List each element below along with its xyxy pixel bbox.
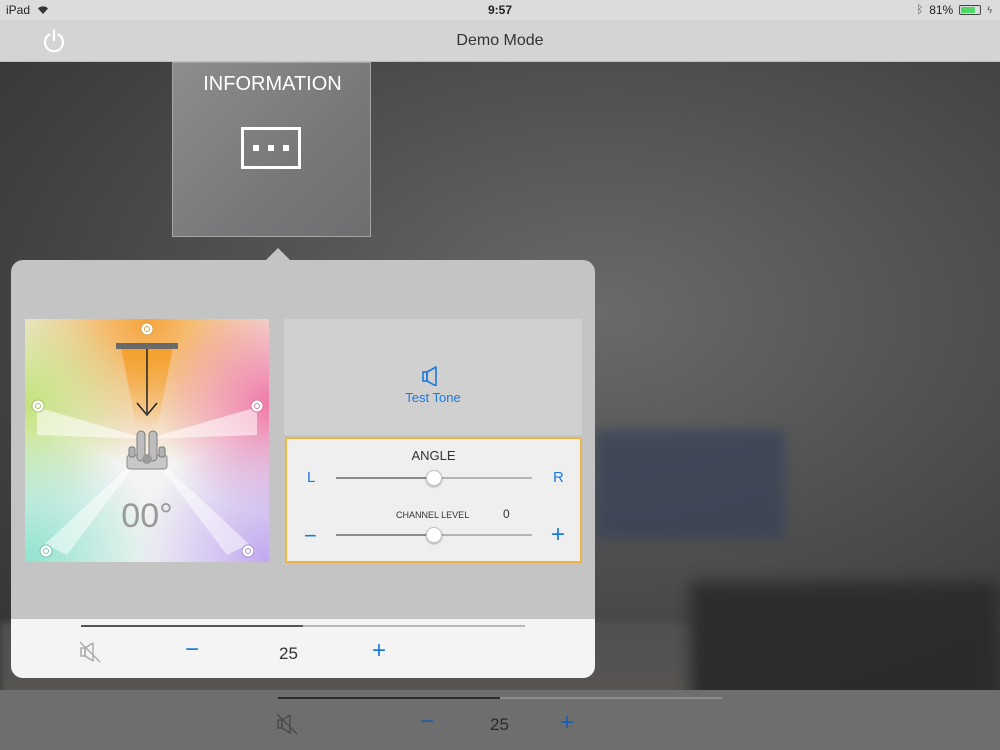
channel-level-value: 0 <box>503 507 510 521</box>
popover-volume-progress-fill <box>81 625 303 627</box>
popover-arrow <box>266 248 290 260</box>
popover-volume-value: 25 <box>279 644 298 663</box>
angle-channel-controls: ANGLE L R CHANNEL LEVEL 0 − + <box>285 437 582 563</box>
bluetooth-icon: ᛒ <box>916 4 924 16</box>
popover-volume-progress[interactable] <box>81 625 525 627</box>
soundbar-icon <box>126 430 168 470</box>
charging-icon: ϟ <box>987 5 992 15</box>
speaker-settings-popover: 00° Test Tone ANGLE L R CHANNEL LEVEL 0 … <box>11 260 595 678</box>
main-volume-minus-button[interactable]: − <box>420 708 434 736</box>
battery-percent: 81% <box>929 3 954 17</box>
channel-level-title: CHANNEL LEVEL <box>396 510 470 520</box>
nav-title: Demo Mode <box>456 32 544 49</box>
speaker-icon <box>422 366 437 386</box>
test-tone-button[interactable]: Test Tone <box>284 319 582 435</box>
popover-volume-bar: − 25 + <box>11 619 595 678</box>
status-bar: iPad 9:57 ᛒ 81% ϟ <box>0 0 1000 20</box>
channel-level-slider[interactable] <box>336 527 532 543</box>
angle-slider[interactable] <box>336 470 532 486</box>
main-mute-button[interactable] <box>276 713 300 735</box>
channel-level-slider-thumb[interactable] <box>426 527 442 543</box>
speaker-rear-right-icon <box>241 544 255 558</box>
battery-fill <box>961 7 976 13</box>
speaker-rear-left-icon <box>39 544 53 558</box>
angle-slider-fill <box>336 477 434 479</box>
popover-volume-minus-button[interactable]: − <box>185 636 199 664</box>
background-tv <box>595 430 785 540</box>
main-volume-value: 25 <box>490 715 509 734</box>
speaker-right-icon <box>250 399 264 413</box>
ellipsis-box-icon <box>241 127 301 169</box>
angle-readout: 00° <box>121 497 173 535</box>
main-volume-bar: − 25 + <box>0 690 1000 750</box>
angle-slider-thumb[interactable] <box>426 470 442 486</box>
information-label: INFORMATION <box>203 73 342 95</box>
speaker-angle-map[interactable]: 00° <box>25 319 269 562</box>
status-time: 9:57 <box>487 3 513 17</box>
channel-level-plus-button[interactable]: + <box>551 521 565 549</box>
channel-level-minus-button[interactable]: − <box>304 523 317 549</box>
speaker-left-icon <box>31 399 45 413</box>
main-volume-progress[interactable] <box>278 697 722 699</box>
popover-volume-plus-button[interactable]: + <box>372 637 386 665</box>
mute-icon <box>79 641 101 663</box>
speaker-top-icon <box>140 322 154 336</box>
channel-level-slider-fill <box>336 534 434 536</box>
battery-icon <box>959 5 982 15</box>
mute-icon <box>276 713 298 735</box>
angle-title: ANGLE <box>411 448 456 463</box>
status-right: ᛒ 81% ϟ <box>917 3 992 17</box>
popover-mute-button[interactable] <box>79 641 103 663</box>
information-tile[interactable]: INFORMATION <box>172 62 371 237</box>
nav-bar: Demo Mode <box>0 20 1000 62</box>
main-volume-progress-fill <box>278 697 500 699</box>
test-tone-label: Test Tone <box>405 390 461 405</box>
main-volume-plus-button[interactable]: + <box>560 709 574 737</box>
angle-right-label: R <box>553 469 564 486</box>
angle-left-label: L <box>307 469 316 486</box>
